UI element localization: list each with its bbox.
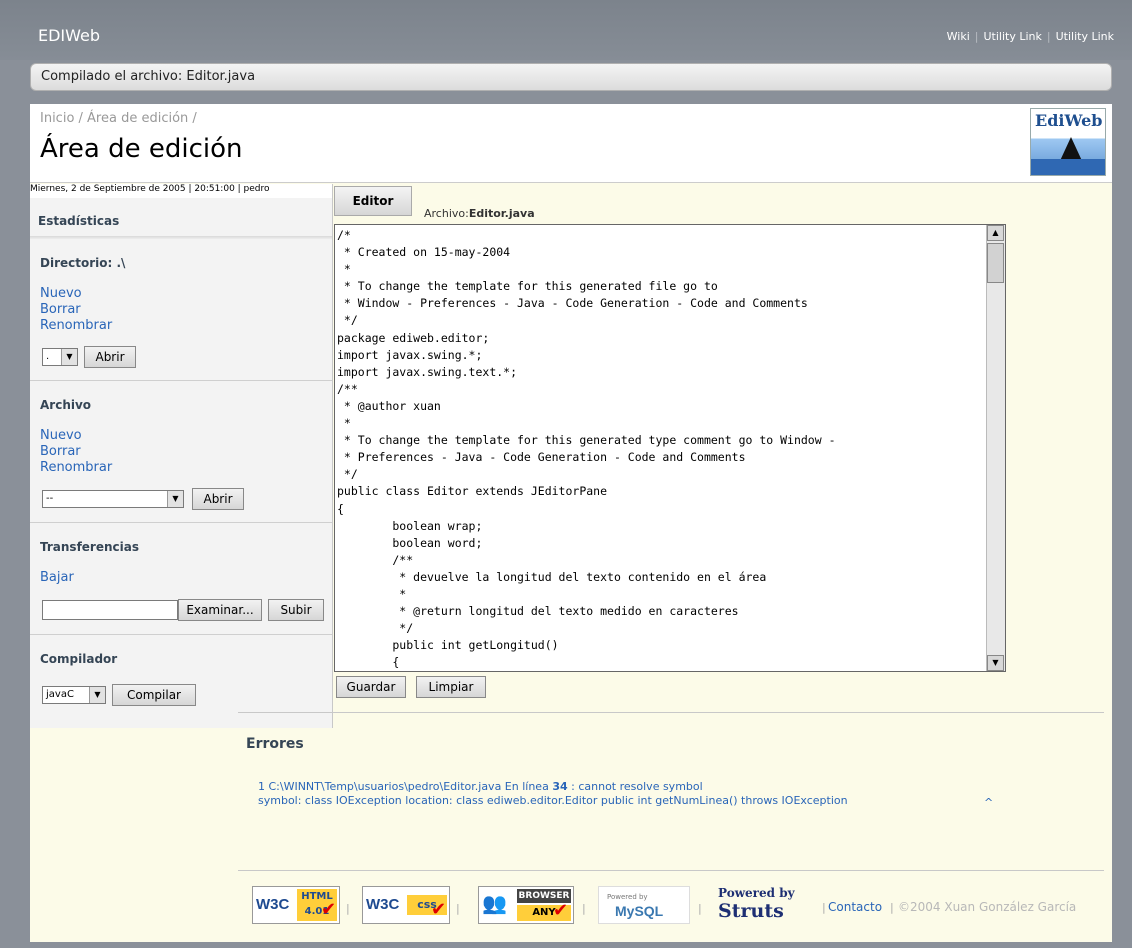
upload-button[interactable]: Subir — [268, 599, 324, 621]
page-header: Inicio / Área de edición / Área de edici… — [30, 104, 1112, 183]
transfers-title: Transferencias — [40, 540, 139, 554]
status-message-bar: Compilado el archivo: Editor.java — [30, 63, 1112, 91]
w3c-html-badge[interactable]: W3C HTML 4.01 ✔ — [252, 886, 340, 924]
browser-any-badge[interactable]: 👥 BROWSER ANY ✔ — [478, 886, 574, 924]
scroll-thumb[interactable] — [987, 243, 1004, 283]
clear-button[interactable]: Limpiar — [416, 676, 486, 698]
browse-button[interactable]: Examinar... — [178, 599, 262, 621]
dir-new-link[interactable]: Nuevo — [40, 286, 82, 302]
code-editor[interactable]: /* * Created on 15-may-2004 * * To chang… — [334, 224, 1006, 672]
contact-link[interactable]: Contacto — [828, 900, 882, 914]
error-message[interactable]: 1 C:\WINNT\Temp\usuarios\pedro\Editor.ja… — [258, 780, 848, 808]
compile-button[interactable]: Compilar — [112, 684, 196, 706]
file-title: Archivo — [40, 398, 92, 412]
stats-title[interactable]: Estadísticas — [38, 214, 119, 228]
upload-file-input[interactable] — [42, 600, 178, 620]
editor-scrollbar[interactable]: ▲ ▼ — [986, 225, 1005, 671]
browser-icon: 👥 — [482, 891, 507, 915]
tab-editor[interactable]: Editor — [334, 186, 412, 216]
scroll-down-icon[interactable]: ▼ — [987, 655, 1004, 671]
file-info: Archivo:Editor.java — [424, 207, 535, 220]
directory-select[interactable]: . ▼ — [42, 348, 78, 366]
check-icon: ✔ — [321, 899, 337, 920]
struts-badge[interactable]: Powered by Struts — [712, 886, 818, 924]
copyright: ©2004 Xuan González García — [898, 900, 1077, 914]
app-name: EDIWeb — [38, 26, 101, 45]
file-rename-link[interactable]: Renombrar — [40, 460, 112, 476]
download-link[interactable]: Bajar — [40, 570, 74, 586]
dir-rename-link[interactable]: Renombrar — [40, 318, 112, 334]
breadcrumb[interactable]: Inicio / Área de edición / — [40, 111, 197, 126]
utility-links: Wiki | Utility Link | Utility Link — [946, 30, 1114, 43]
code-text[interactable]: /* * Created on 15-may-2004 * * To chang… — [337, 227, 977, 671]
utility-link-2[interactable]: Utility Link — [1056, 30, 1114, 43]
file-new-link[interactable]: Nuevo — [40, 428, 82, 444]
scroll-up-icon[interactable]: ▲ — [987, 225, 1004, 241]
error-caret: ^ — [984, 796, 994, 809]
errors-title: Errores — [246, 736, 304, 752]
directory-title: Directorio: .\ — [40, 256, 126, 270]
dir-delete-link[interactable]: Borrar — [40, 302, 81, 318]
compiler-select[interactable]: javaC ▼ — [42, 686, 106, 704]
date-user-bar: Miernes, 2 de Septiembre de 2005 | 20:51… — [30, 184, 332, 198]
check-icon: ✔ — [553, 900, 569, 921]
status-message: Compilado el archivo: Editor.java — [41, 69, 256, 84]
compiler-title: Compilador — [40, 652, 118, 666]
main-content: Inicio / Área de edición / Área de edici… — [30, 104, 1112, 942]
file-name: Editor.java — [468, 207, 535, 220]
chevron-down-icon: ▼ — [89, 687, 105, 703]
file-open-button[interactable]: Abrir — [192, 488, 244, 510]
dir-open-button[interactable]: Abrir — [84, 346, 136, 368]
ediweb-logo: EdiWeb — [1030, 108, 1106, 176]
page-title: Área de edición — [40, 134, 243, 164]
w3c-css-badge[interactable]: W3C css ✔ — [362, 886, 450, 924]
mysql-badge[interactable]: Powered by MySQL — [598, 886, 690, 924]
sidebar: Miernes, 2 de Septiembre de 2005 | 20:51… — [30, 184, 333, 728]
file-select[interactable]: -- ▼ — [42, 490, 184, 508]
chevron-down-icon: ▼ — [167, 491, 183, 507]
footer: W3C HTML 4.01 ✔ | W3C css ✔ | 👥 BROWSER A… — [238, 872, 1112, 942]
file-delete-link[interactable]: Borrar — [40, 444, 81, 460]
utility-link-1[interactable]: Utility Link — [984, 30, 1042, 43]
top-bar: EDIWeb Wiki | Utility Link | Utility Link — [0, 0, 1132, 60]
save-button[interactable]: Guardar — [336, 676, 406, 698]
chevron-down-icon: ▼ — [61, 349, 77, 365]
wiki-link[interactable]: Wiki — [947, 30, 970, 43]
check-icon: ✔ — [431, 899, 447, 920]
